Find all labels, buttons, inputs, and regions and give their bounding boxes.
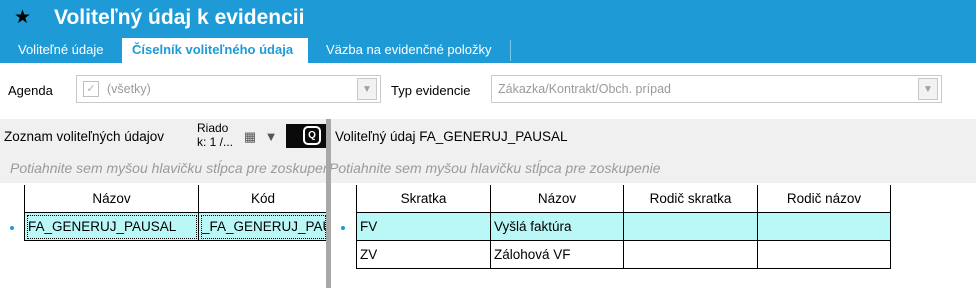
agenda-combo[interactable]: ✓ (všetky) ▼ — [76, 75, 381, 103]
cell-rodic-skratka[interactable] — [624, 213, 758, 241]
export-grid-icon[interactable]: ▦ — [242, 129, 258, 145]
column-header-rodic-skratka[interactable]: Rodič skratka — [624, 185, 758, 213]
column-header-nazov[interactable]: Názov — [25, 185, 199, 213]
right-group-hint: Potiahnite sem myšou hlavičku stĺpca pre… — [331, 160, 661, 176]
column-header-rodic-nazov[interactable]: Rodič názov — [758, 185, 891, 213]
right-grid: Skratka Názov Rodič skratka Rodič názov … — [356, 185, 891, 269]
right-pane-header: Voliteľný údaj FA_GENERUJ_PAUSAL — [331, 119, 976, 153]
chevron-down-icon[interactable]: ▼ — [918, 78, 938, 100]
typ-evidencie-label: Typ evidencie — [391, 83, 471, 98]
tab-volitelne-udaje[interactable]: Voliteľné údaje — [8, 38, 113, 63]
left-grid: Názov Kód FA_GENERUJ_PAUSAL _FA_GENERUJ_… — [24, 185, 328, 241]
chevron-down-icon[interactable]: ▼ — [357, 78, 377, 100]
filter-bar: Agenda ✓ (všetky) ▼ Typ evidencie Zákazk… — [0, 63, 976, 119]
left-pane: Zoznam voliteľných údajov Riado k: 1 /..… — [0, 119, 328, 288]
left-pane-title: Zoznam voliteľných údajov — [4, 129, 165, 144]
rows-info-line1: Riado — [197, 121, 229, 135]
agenda-checkbox[interactable]: ✓ — [83, 81, 99, 97]
table-row[interactable]: FV Vyšlá faktúra — [357, 213, 891, 241]
column-header-nazov[interactable]: Názov — [491, 185, 624, 213]
agenda-value: (všetky) — [107, 82, 151, 96]
right-grid-header: Skratka Názov Rodič skratka Rodič názov — [357, 185, 891, 213]
right-group-panel[interactable]: Potiahnite sem myšou hlavičku stĺpca pre… — [331, 153, 976, 183]
left-pane-header: Zoznam voliteľných údajov Riado k: 1 /..… — [0, 119, 326, 153]
title-bar: ★ Voliteľný údaj k evidencii — [0, 0, 976, 38]
cell-rodic-skratka[interactable] — [624, 241, 758, 269]
typ-evidencie-value: Zákazka/Kontrakt/Obch. prípad — [498, 82, 672, 96]
search-icon: Q — [303, 126, 321, 145]
cell-rodic-nazov[interactable] — [758, 241, 891, 269]
cell-skratka[interactable]: ZV — [357, 241, 491, 269]
cell-skratka[interactable]: FV — [357, 213, 491, 241]
tab-vazba[interactable]: Väzba na evidenčné položky — [316, 38, 502, 63]
tab-bar: Voliteľné údaje Číselník voliteľného úda… — [0, 38, 976, 63]
filter-icon[interactable]: ▼ — [263, 129, 279, 145]
cell-nazov[interactable]: Vyšlá faktúra — [491, 213, 624, 241]
column-header-skratka[interactable]: Skratka — [357, 185, 491, 213]
agenda-label: Agenda — [8, 83, 53, 98]
cell-rodic-nazov[interactable] — [758, 213, 891, 241]
column-header-kod[interactable]: Kód — [199, 185, 328, 213]
cell-nazov[interactable]: FA_GENERUJ_PAUSAL — [25, 213, 199, 241]
right-pane: Voliteľný údaj FA_GENERUJ_PAUSAL Potiahn… — [331, 119, 976, 288]
tab-ciselnik[interactable]: Číselník voliteľného údaja — [122, 38, 308, 63]
table-row[interactable]: FA_GENERUJ_PAUSAL _FA_GENERUJ_PAUSAL — [25, 213, 328, 241]
search-button[interactable]: Q — [286, 124, 326, 148]
current-row-indicator — [341, 226, 345, 230]
left-grid-header: Názov Kód — [25, 185, 328, 213]
typ-evidencie-combo[interactable]: Zákazka/Kontrakt/Obch. prípad ▼ — [491, 75, 942, 103]
window-title: Voliteľný údaj k evidencii — [54, 6, 305, 29]
left-group-hint: Potiahnite sem myšou hlavičku stĺpca pre… — [10, 160, 326, 176]
current-row-indicator — [10, 226, 14, 230]
rows-info: Riado k: 1 /... — [197, 121, 241, 149]
left-group-panel[interactable]: Potiahnite sem myšou hlavičku stĺpca pre… — [0, 153, 326, 183]
table-row[interactable]: ZV Zálohová VF — [357, 241, 891, 269]
cell-nazov[interactable]: Zálohová VF — [491, 241, 624, 269]
right-pane-title: Voliteľný údaj FA_GENERUJ_PAUSAL — [335, 129, 568, 144]
tab-separator — [510, 40, 511, 61]
star-icon[interactable]: ★ — [14, 6, 31, 29]
cell-kod[interactable]: _FA_GENERUJ_PAUSAL — [199, 213, 328, 241]
rows-info-line2: k: 1 /... — [197, 135, 234, 149]
